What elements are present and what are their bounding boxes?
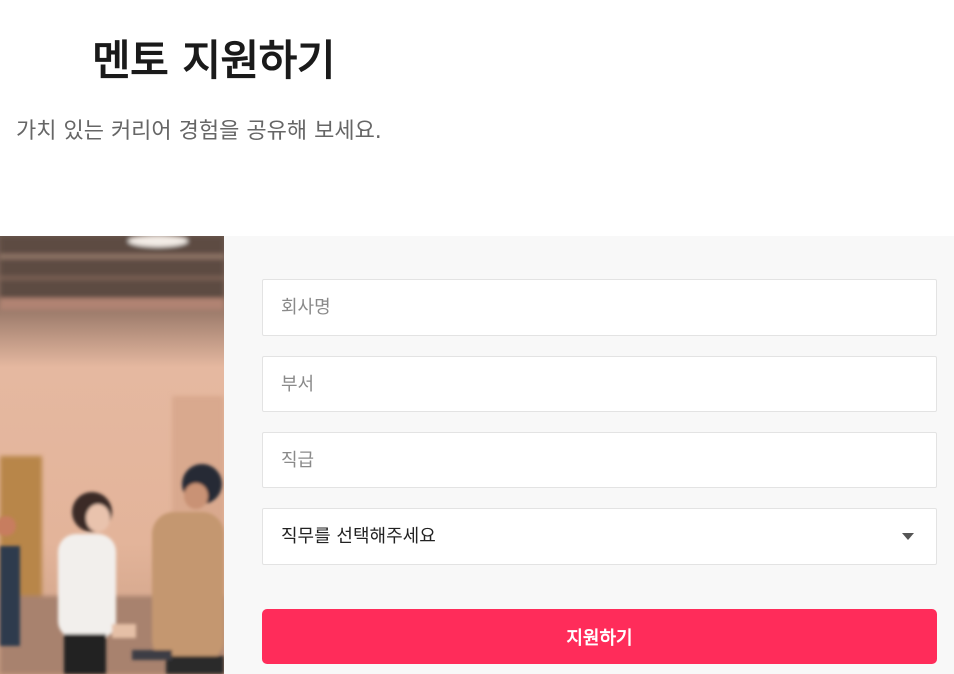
company-name-input[interactable]: [262, 279, 937, 336]
office-photo: [0, 236, 224, 674]
rank-input[interactable]: [262, 432, 937, 488]
page-title: 멘토 지원하기: [92, 36, 335, 85]
job-select-value: 직무를 선택해주세요: [281, 526, 436, 547]
application-form: 직무를 선택해주세요 지원하기: [224, 236, 954, 674]
mentor-apply-page: 멘토 지원하기 가치 있는 커리어 경험을 공유해 보세요. 회사명 부서 직급…: [0, 0, 954, 674]
submit-button[interactable]: 지원하기: [262, 609, 937, 664]
department-input[interactable]: [262, 356, 937, 412]
chevron-down-icon: [902, 533, 914, 540]
job-select[interactable]: 직무를 선택해주세요: [262, 508, 937, 565]
page-subtitle: 가치 있는 커리어 경험을 공유해 보세요.: [16, 119, 382, 144]
